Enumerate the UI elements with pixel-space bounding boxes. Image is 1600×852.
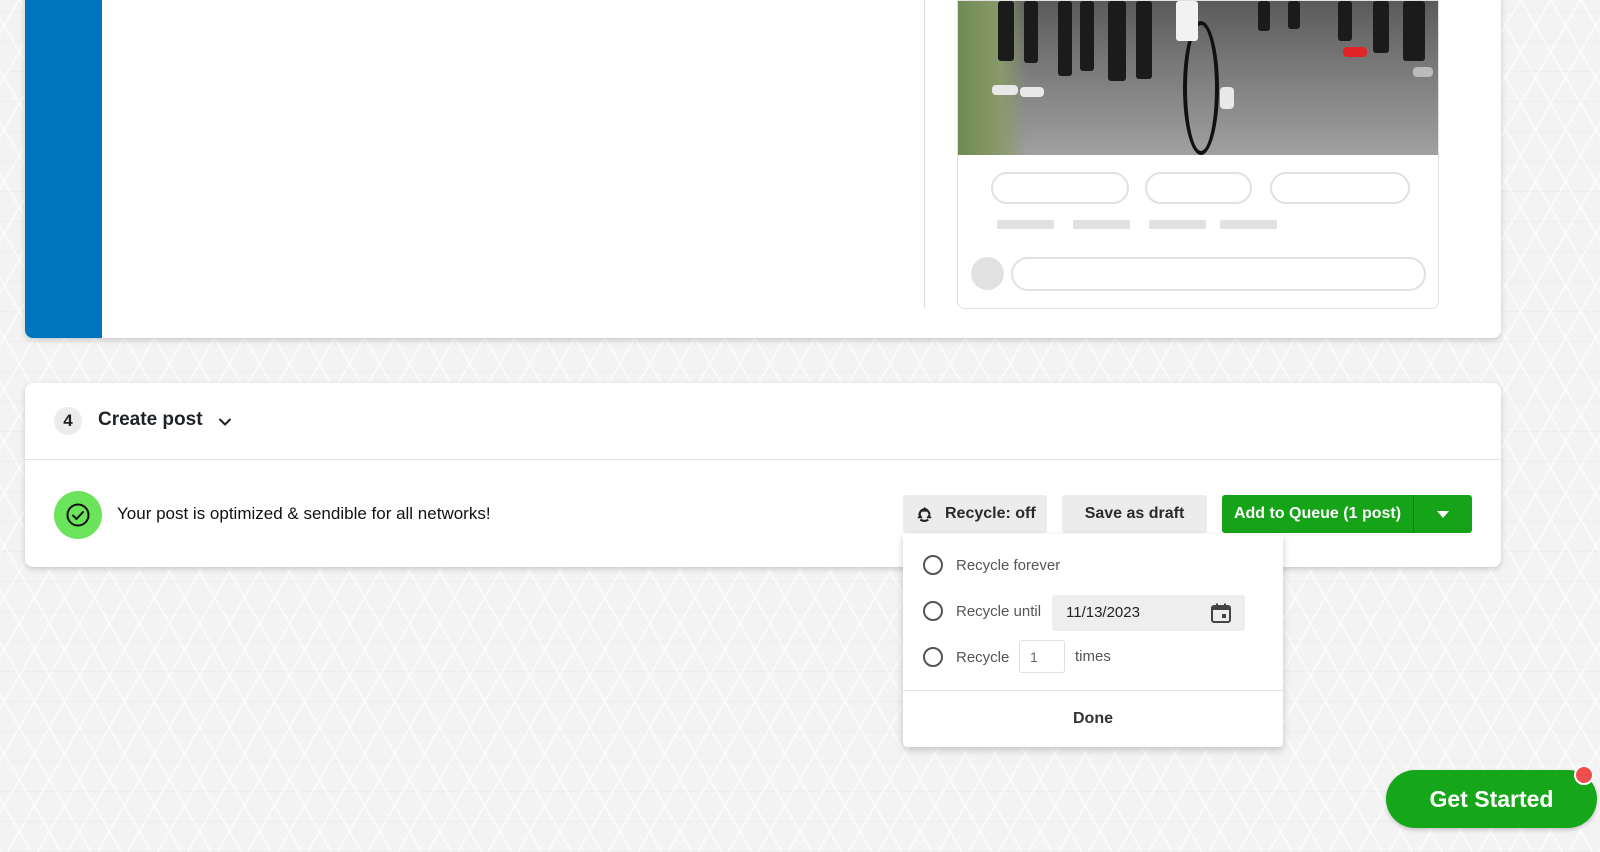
recycle-forever-radio[interactable] [923,555,943,575]
get-started-button[interactable]: Get Started [1386,770,1597,828]
accent-strip [25,0,102,338]
recycle-times-suffix: times [1075,648,1111,665]
recycle-times-input[interactable] [1019,640,1065,673]
add-to-queue-button[interactable]: Add to Queue (1 post) [1222,495,1414,533]
queue-options-button[interactable] [1414,495,1472,533]
recycle-options-menu: Recycle forever Recycle until 11/13/2023… [903,534,1283,747]
caret-down-icon [1437,511,1449,518]
save-draft-button[interactable]: Save as draft [1062,495,1207,533]
recycle-button[interactable]: Recycle: off [903,495,1047,533]
recycle-forever-label[interactable]: Recycle forever [956,557,1060,574]
recycle-until-date-field[interactable]: 11/13/2023 [1052,595,1245,631]
calendar-icon[interactable] [1209,601,1233,625]
chevron-down-icon[interactable] [216,413,234,431]
preview-image [958,1,1438,155]
post-preview [957,0,1439,309]
done-button[interactable]: Done [903,691,1283,747]
step-title: Create post [98,409,203,430]
notification-dot [1574,765,1594,785]
recycle-icon [917,506,932,522]
recycle-times-radio[interactable] [923,647,943,667]
recycle-until-date: 11/13/2023 [1066,604,1140,621]
create-post-header[interactable]: 4 Create post [25,383,1501,460]
recycle-button-label: Recycle: off [945,505,1036,522]
preview-card [25,0,1501,338]
vertical-divider [924,0,925,308]
recycle-until-label[interactable]: Recycle until [956,603,1041,620]
recycle-times-label[interactable]: Recycle [956,649,1009,666]
recycle-until-radio[interactable] [923,601,943,621]
status-message: Your post is optimized & sendible for al… [117,504,491,523]
check-circle-icon [54,491,102,539]
step-number: 4 [54,407,82,435]
